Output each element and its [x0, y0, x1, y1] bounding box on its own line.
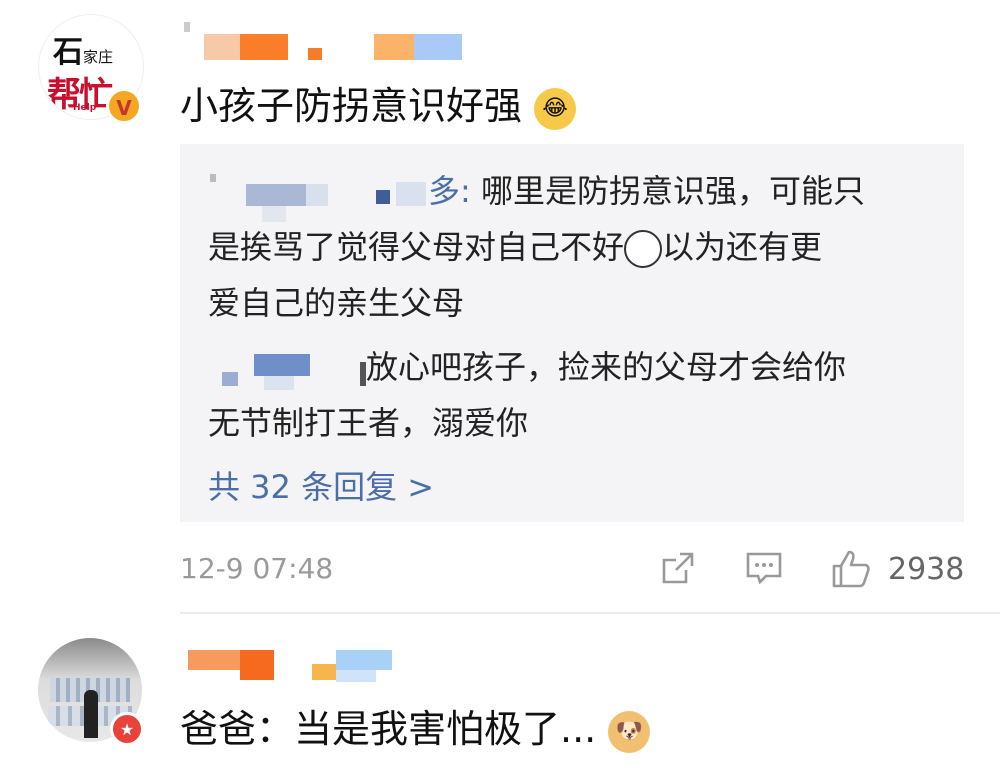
more-replies-link[interactable]: 共 32 条回复 >	[208, 462, 434, 508]
comment-text: 小孩子防拐意识好强 😂	[180, 75, 577, 130]
panda-emoji-icon	[624, 230, 663, 268]
reply-text-line: 是挨骂了觉得父母对自己不好 以为还有更	[208, 228, 823, 268]
share-button[interactable]	[658, 548, 698, 592]
reply-box[interactable]: 多: 哪里是防拐意识强，可能只 是挨骂了觉得父母对自己不好 以为还有更 爱自己的亲…	[180, 144, 964, 522]
verified-badge: V	[106, 88, 142, 124]
reply-text-line: :放心吧孩子，捡来的父母才会给你	[366, 348, 847, 386]
timestamp: 12-9 07:48	[180, 552, 334, 585]
reply-username-suffix[interactable]: 多:	[428, 172, 471, 210]
avatar-logo-text: 石家庄	[53, 35, 114, 70]
divider	[180, 612, 1000, 614]
like-count: 2938	[888, 552, 965, 587]
comment-text: 爸爸：当是我害怕极了... 🐶	[180, 698, 651, 753]
share-icon	[662, 552, 694, 584]
comment-button[interactable]	[744, 548, 784, 592]
thumbs-up-icon	[832, 550, 870, 588]
comment-icon	[746, 552, 782, 585]
star-badge-icon: ★	[110, 712, 144, 746]
doge-emoji-icon: 🐶	[608, 710, 651, 753]
laughing-crying-emoji-icon: 😂	[534, 87, 577, 130]
avatar-logo-help: Help	[73, 103, 97, 113]
like-button[interactable]	[830, 548, 872, 594]
reply-text-line: 多: 哪里是防拐意识强，可能只	[428, 172, 865, 210]
reply-text-line: 无节制打王者，溺爱你	[208, 404, 529, 442]
reply-text-line: 爱自己的亲生父母	[208, 284, 465, 322]
